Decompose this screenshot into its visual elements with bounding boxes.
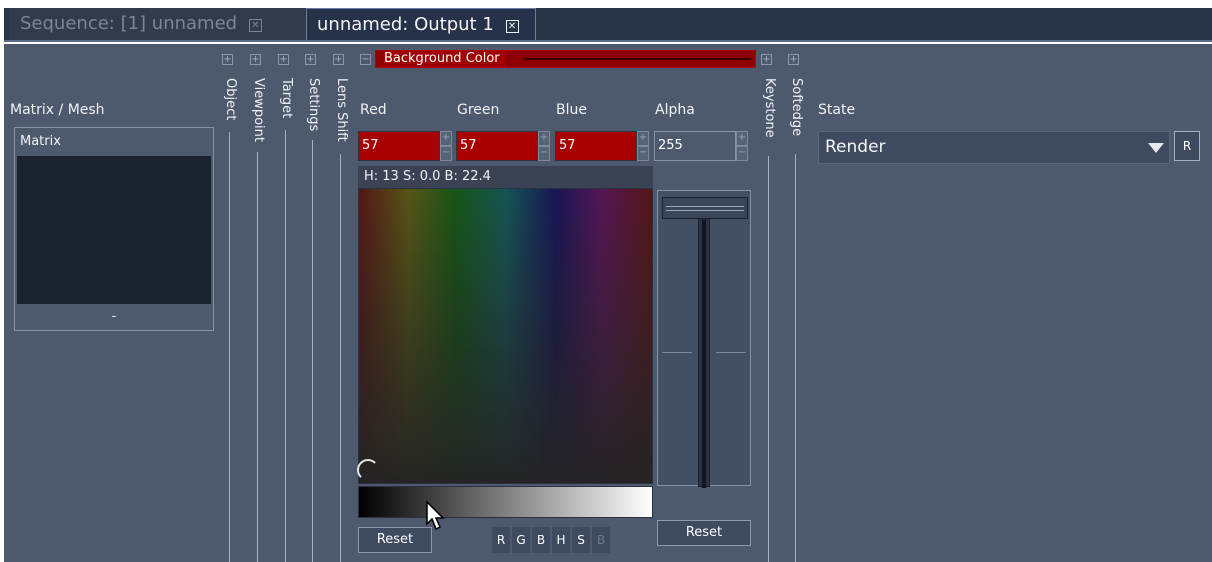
section-lens-shift[interactable]: Lens Shift <box>334 72 349 562</box>
section-target[interactable]: Target <box>279 72 294 562</box>
red-field[interactable]: 57 <box>358 131 440 161</box>
increment-icon[interactable]: + <box>538 131 550 146</box>
hsb-readout: H: 13 S: 0.0 B: 22.4 <box>358 166 653 188</box>
alpha-midpoint-tick <box>716 352 746 353</box>
brightness-gradient-bar[interactable] <box>358 486 653 518</box>
mode-g-button[interactable]: G <box>512 527 530 553</box>
app-window: Sequence: [1] unnamed ✕ unnamed: Output … <box>0 0 1212 562</box>
mode-s-button[interactable]: S <box>572 527 590 553</box>
list-item[interactable]: Matrix <box>17 130 211 154</box>
tab-output[interactable]: unnamed: Output 1 ✕ <box>306 8 536 40</box>
decrement-icon[interactable]: − <box>637 146 649 161</box>
matrix-list[interactable]: Matrix - <box>14 127 214 331</box>
background-color-title: Background Color <box>384 51 506 67</box>
background-color-header[interactable]: Background Color <box>375 50 756 68</box>
expand-settings-icon[interactable]: + <box>305 54 316 65</box>
divider <box>257 152 258 562</box>
color-reset-button[interactable]: Reset <box>358 527 432 553</box>
state-value: Render <box>825 137 886 157</box>
alpha-track-groove <box>702 220 706 488</box>
close-icon[interactable]: ✕ <box>505 20 519 33</box>
increment-icon[interactable]: + <box>637 131 649 146</box>
expand-keystone-icon[interactable]: + <box>761 54 772 65</box>
divider <box>340 154 341 562</box>
expand-target-icon[interactable]: + <box>278 54 289 65</box>
expand-viewpoint-icon[interactable]: + <box>250 54 261 65</box>
expand-softedge-icon[interactable]: + <box>788 54 799 65</box>
decrement-icon[interactable]: − <box>736 146 748 161</box>
alpha-stepper[interactable]: + − <box>736 131 748 161</box>
section-target-label: Target <box>279 78 294 119</box>
matrix-mesh-label: Matrix / Mesh <box>10 102 105 118</box>
section-object[interactable]: Object <box>223 72 238 562</box>
chevron-down-icon[interactable] <box>1147 140 1165 156</box>
state-r-button[interactable]: R <box>1174 131 1200 161</box>
section-keystone[interactable]: Keystone <box>762 72 777 562</box>
mode-h-button[interactable]: H <box>552 527 570 553</box>
divider <box>312 140 313 562</box>
section-viewpoint-label: Viewpoint <box>251 78 266 143</box>
alpha-label: Alpha <box>655 102 695 118</box>
section-viewpoint[interactable]: Viewpoint <box>251 72 266 562</box>
alpha-reset-button[interactable]: Reset <box>657 520 751 546</box>
green-stepper[interactable]: + − <box>538 131 550 161</box>
expand-object-icon[interactable]: + <box>222 54 233 65</box>
increment-icon[interactable]: + <box>440 131 452 146</box>
blue-label: Blue <box>556 102 587 118</box>
state-dropdown[interactable]: Render <box>818 131 1170 164</box>
green-label: Green <box>457 102 500 118</box>
mode-brightness-button[interactable]: B <box>592 527 610 553</box>
section-lens-shift-label: Lens Shift <box>334 78 349 142</box>
alpha-midpoint-tick <box>662 352 692 353</box>
green-field[interactable]: 57 <box>456 131 538 161</box>
section-keystone-label: Keystone <box>762 78 777 138</box>
blue-stepper[interactable]: + − <box>637 131 649 161</box>
collapse-background-icon[interactable]: − <box>360 54 371 65</box>
divider <box>795 154 796 562</box>
divider <box>768 156 769 562</box>
matrix-list-area[interactable] <box>17 156 211 304</box>
tab-output-label: unnamed: Output 1 <box>317 14 494 35</box>
section-softedge-label: Softedge <box>789 78 804 137</box>
alpha-slider-track[interactable] <box>698 219 710 488</box>
expand-lens-shift-icon[interactable]: + <box>333 54 344 65</box>
divider <box>229 132 230 562</box>
increment-icon[interactable]: + <box>736 131 748 146</box>
mode-b-button[interactable]: B <box>532 527 550 553</box>
decrement-icon[interactable]: − <box>440 146 452 161</box>
alpha-field[interactable]: 255 <box>654 131 736 161</box>
divider <box>285 130 286 562</box>
state-label: State <box>818 102 856 118</box>
picker-marker-icon[interactable] <box>357 459 379 481</box>
blue-field[interactable]: 57 <box>555 131 637 161</box>
alpha-slider-handle[interactable] <box>662 197 748 219</box>
red-label: Red <box>360 102 387 118</box>
tab-sequence-label: Sequence: [1] unnamed <box>20 13 238 34</box>
section-settings[interactable]: Settings <box>306 72 321 562</box>
section-softedge[interactable]: Softedge <box>789 72 804 562</box>
output-panel: Matrix / Mesh Matrix - + + + + + − + + O… <box>4 44 1212 562</box>
tab-bar: Sequence: [1] unnamed ✕ unnamed: Output … <box>4 8 1212 42</box>
color-picker[interactable] <box>357 188 653 484</box>
tab-sequence[interactable]: Sequence: [1] unnamed ✕ <box>10 8 306 40</box>
red-stepper[interactable]: + − <box>440 131 452 161</box>
close-icon[interactable]: ✕ <box>248 19 262 32</box>
mode-r-button[interactable]: R <box>492 527 510 553</box>
picker-shade-layer <box>359 189 652 483</box>
section-settings-label: Settings <box>306 78 321 132</box>
matrix-list-footer: - <box>111 309 117 324</box>
section-object-label: Object <box>223 78 238 121</box>
decrement-icon[interactable]: − <box>538 146 550 161</box>
header-line <box>524 58 751 60</box>
alpha-slider[interactable] <box>657 190 751 488</box>
